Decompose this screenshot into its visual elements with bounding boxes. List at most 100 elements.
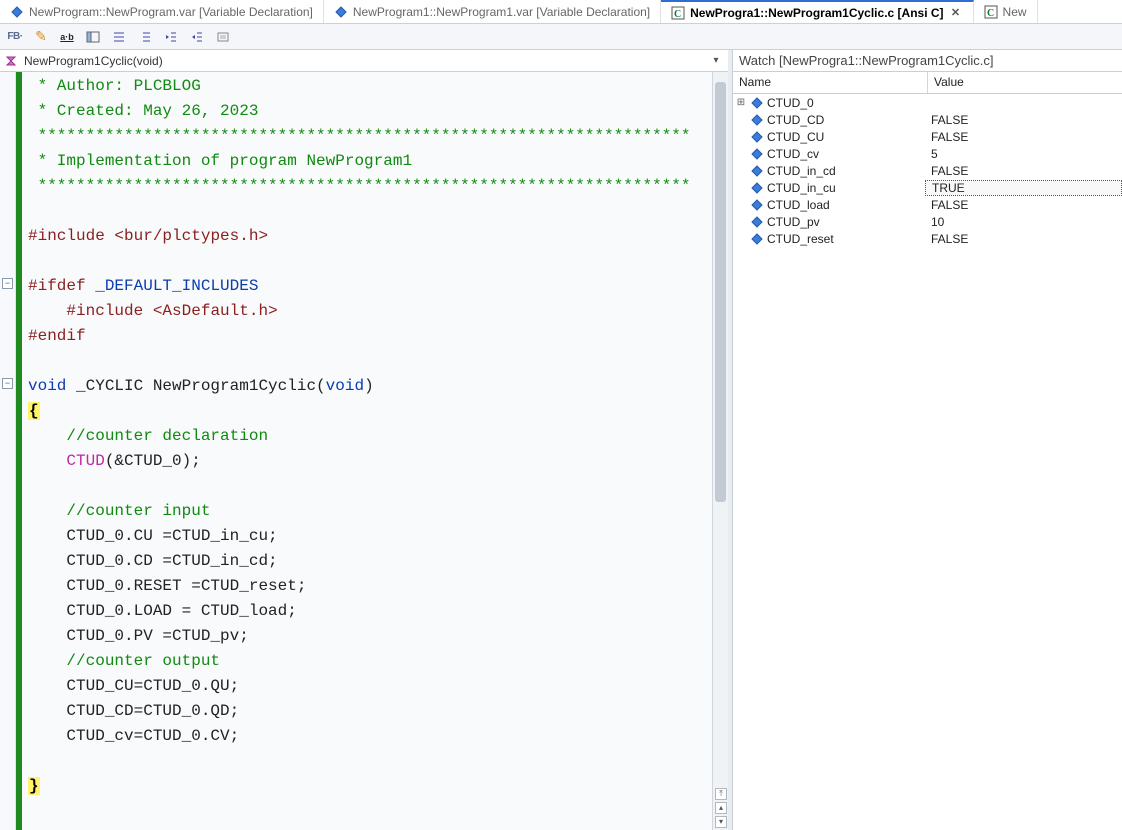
watch-row[interactable]: CTUD_cv5 bbox=[733, 145, 1122, 162]
scrollbar-thumb[interactable] bbox=[715, 82, 726, 502]
indent-lines-button[interactable] bbox=[134, 27, 156, 47]
watch-var-name: CTUD_CD bbox=[765, 113, 925, 127]
comment-block-button[interactable] bbox=[212, 27, 234, 47]
outdent-lines-button[interactable] bbox=[108, 27, 130, 47]
watch-var-name: CTUD_cv bbox=[765, 147, 925, 161]
watch-var-value[interactable]: TRUE bbox=[925, 180, 1122, 196]
edit-pencil-button[interactable]: ✎ bbox=[30, 27, 52, 47]
watch-row[interactable]: CTUD_CUFALSE bbox=[733, 128, 1122, 145]
code-line: //counter input bbox=[28, 499, 728, 524]
fold-gutter: −− bbox=[0, 72, 16, 830]
watch-row[interactable]: CTUD_loadFALSE bbox=[733, 196, 1122, 213]
code-line: CTUD_0.CU =CTUD_in_cu; bbox=[28, 524, 728, 549]
code-line: CTUD_0.RESET =CTUD_reset; bbox=[28, 574, 728, 599]
variable-icon bbox=[749, 148, 765, 160]
panel-toggle-icon bbox=[86, 30, 100, 44]
expand-toggle-icon[interactable]: ⊞ bbox=[733, 97, 749, 108]
c-file-icon: C bbox=[984, 5, 998, 19]
function-dropdown-chevron-icon[interactable]: ▾ bbox=[708, 55, 724, 66]
code-line bbox=[28, 249, 728, 274]
watch-title: Watch [NewProgra1::NewProgram1Cyclic.c] bbox=[733, 50, 1122, 72]
watch-var-value[interactable]: FALSE bbox=[925, 113, 1122, 127]
current-function-name[interactable]: NewProgram1Cyclic(void) bbox=[22, 52, 704, 70]
watch-col-name[interactable]: Name bbox=[733, 72, 928, 93]
watch-row[interactable]: CTUD_in_cuTRUE bbox=[733, 179, 1122, 196]
code-line bbox=[28, 749, 728, 774]
watch-var-name: CTUD_in_cu bbox=[765, 181, 925, 195]
scroll-up-button[interactable]: ▴ bbox=[715, 802, 727, 814]
code-line: #ifdef _DEFAULT_INCLUDES bbox=[28, 274, 728, 299]
code-line: CTUD_0.LOAD = CTUD_load; bbox=[28, 599, 728, 624]
function-icon bbox=[4, 54, 18, 68]
outdent-icon bbox=[112, 30, 126, 44]
watch-var-value[interactable]: 10 bbox=[925, 215, 1122, 229]
code-line: CTUD_cv=CTUD_0.CV; bbox=[28, 724, 728, 749]
watch-row[interactable]: ⊞ CTUD_0 bbox=[733, 94, 1122, 111]
variable-icon bbox=[749, 97, 765, 109]
increase-indent-button[interactable] bbox=[186, 27, 208, 47]
scroll-to-top-button[interactable]: ⤒ bbox=[715, 788, 727, 800]
variable-icon bbox=[749, 182, 765, 194]
watch-var-name: CTUD_0 bbox=[765, 96, 925, 110]
code-line: ****************************************… bbox=[28, 124, 728, 149]
watch-col-value[interactable]: Value bbox=[928, 72, 1122, 93]
toggle-panel-button[interactable] bbox=[82, 27, 104, 47]
code-line: CTUD_0.PV =CTUD_pv; bbox=[28, 624, 728, 649]
watch-var-value[interactable]: FALSE bbox=[925, 232, 1122, 246]
editor-scrollbar[interactable]: ⤒ ▴ ▾ bbox=[712, 72, 728, 830]
watch-var-name: CTUD_in_cd bbox=[765, 164, 925, 178]
close-icon[interactable]: ✕ bbox=[949, 6, 963, 20]
code-line: CTUD_0.CD =CTUD_in_cd; bbox=[28, 549, 728, 574]
watch-var-name: CTUD_reset bbox=[765, 232, 925, 246]
code-line: //counter declaration bbox=[28, 424, 728, 449]
code-line: void _CYCLIC NewProgram1Cyclic(void) bbox=[28, 374, 728, 399]
watch-var-value[interactable]: 5 bbox=[925, 147, 1122, 161]
svg-text:C: C bbox=[987, 8, 994, 19]
editor-body: −− * Author: PLCBLOG * Created: May 26, … bbox=[0, 72, 728, 830]
watch-row[interactable]: CTUD_resetFALSE bbox=[733, 230, 1122, 247]
variable-file-icon bbox=[10, 5, 24, 19]
watch-var-value[interactable]: FALSE bbox=[925, 164, 1122, 178]
fold-toggle[interactable]: − bbox=[2, 278, 13, 289]
comment-icon bbox=[216, 30, 230, 44]
editor-pane: NewProgram1Cyclic(void) ▾ −− * Author: P… bbox=[0, 50, 732, 830]
code-line bbox=[28, 199, 728, 224]
fb-button[interactable]: FB· bbox=[4, 27, 26, 47]
variable-icon bbox=[749, 114, 765, 126]
scroll-down-button[interactable]: ▾ bbox=[715, 816, 727, 828]
watch-row[interactable]: CTUD_pv10 bbox=[733, 213, 1122, 230]
indent-icon bbox=[138, 30, 152, 44]
pencil-icon: ✎ bbox=[35, 28, 47, 45]
c-file-icon: C bbox=[671, 6, 685, 20]
ab-box-button[interactable]: a·b bbox=[56, 27, 78, 47]
watch-list: ⊞CTUD_0CTUD_CDFALSECTUD_CUFALSECTUD_cv5C… bbox=[733, 94, 1122, 830]
code-line: //counter output bbox=[28, 649, 728, 674]
tab-2[interactable]: CNewProgra1::NewProgram1Cyclic.c [Ansi C… bbox=[661, 0, 973, 23]
variable-icon bbox=[749, 199, 765, 211]
watch-pane: Watch [NewProgra1::NewProgram1Cyclic.c] … bbox=[732, 50, 1122, 830]
svg-text:C: C bbox=[674, 9, 681, 20]
tab-1[interactable]: NewProgram1::NewProgram1.var [Variable D… bbox=[324, 0, 661, 23]
code-line: * Author: PLCBLOG bbox=[28, 74, 728, 99]
watch-row[interactable]: CTUD_CDFALSE bbox=[733, 111, 1122, 128]
watch-var-name: CTUD_load bbox=[765, 198, 925, 212]
code-line: CTUD_CD=CTUD_0.QD; bbox=[28, 699, 728, 724]
watch-var-name: CTUD_pv bbox=[765, 215, 925, 229]
code-line: #endif bbox=[28, 324, 728, 349]
document-tabs: NewProgram::NewProgram.var [Variable Dec… bbox=[0, 0, 1122, 24]
watch-var-value[interactable]: FALSE bbox=[925, 198, 1122, 212]
main-split: NewProgram1Cyclic(void) ▾ −− * Author: P… bbox=[0, 50, 1122, 830]
scrollbar-track[interactable] bbox=[713, 72, 728, 786]
fold-toggle[interactable]: − bbox=[2, 378, 13, 389]
code-line: #include <AsDefault.h> bbox=[28, 299, 728, 324]
tab-3[interactable]: CNew bbox=[974, 0, 1038, 23]
tab-label: NewProgram1::NewProgram1.var [Variable D… bbox=[353, 5, 650, 19]
decrease-indent-icon bbox=[164, 30, 178, 44]
decrease-indent-button[interactable] bbox=[160, 27, 182, 47]
watch-var-value[interactable]: FALSE bbox=[925, 130, 1122, 144]
tab-0[interactable]: NewProgram::NewProgram.var [Variable Dec… bbox=[0, 0, 324, 23]
watch-row[interactable]: CTUD_in_cdFALSE bbox=[733, 162, 1122, 179]
variable-file-icon bbox=[334, 5, 348, 19]
code-surface[interactable]: * Author: PLCBLOG * Created: May 26, 202… bbox=[22, 72, 728, 830]
code-line bbox=[28, 474, 728, 499]
